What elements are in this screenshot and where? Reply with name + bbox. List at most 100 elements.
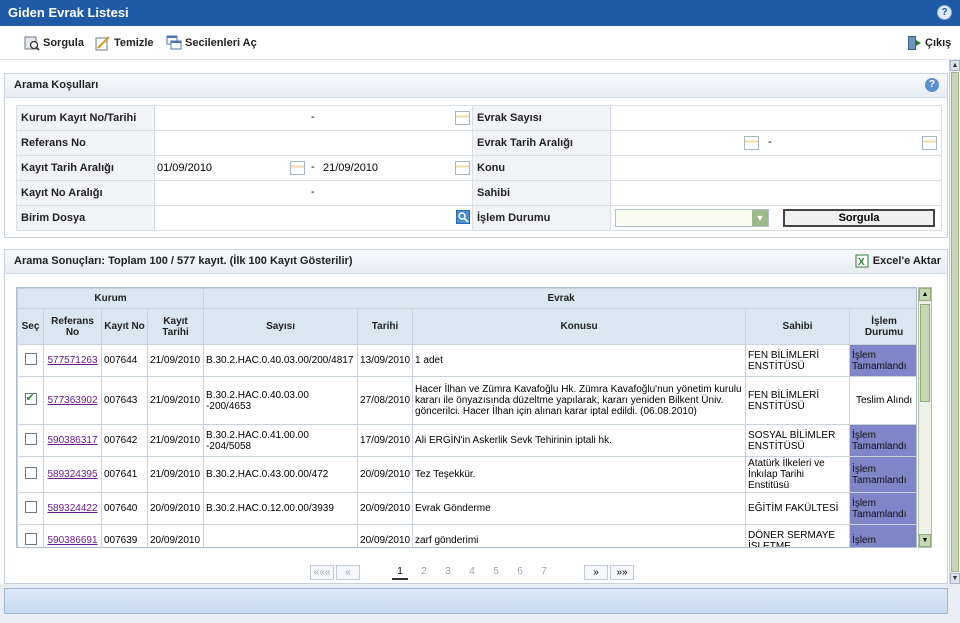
tarihi-cell: 27/08/2010: [357, 376, 414, 425]
table-row[interactable]: 577571263 007644 21/09/2010 B.30.2.HAC.0.40…: [17, 344, 916, 377]
grid-scroll-down-icon[interactable]: ▼: [919, 534, 931, 547]
query-button[interactable]: Sorgula: [24, 34, 84, 52]
table-row[interactable]: 590386691 007639 20/09/2010 20/09/2010 zarf …: [17, 524, 916, 547]
table-row[interactable]: 589324422 007640 20/09/2010 B.30.2.HAC.0.12…: [17, 492, 916, 525]
table-row[interactable]: 577363902 00764321/09/2010B.30.2.HAC.0.40…: [17, 376, 916, 425]
row-checkbox[interactable]: [24, 467, 37, 479]
col-kayit-no[interactable]: Kayıt No: [101, 308, 148, 345]
excel-export-button[interactable]: X Excel'e Aktar: [855, 254, 941, 268]
table-row[interactable]: 589324395 007641 21/09/2010 B.30.2.HAC.0.43…: [17, 456, 916, 493]
select-cell: [17, 376, 44, 425]
exit-door-icon: [906, 35, 922, 51]
row-checkbox[interactable]: [24, 501, 37, 513]
pager-prev-button[interactable]: «: [336, 565, 360, 580]
sayisi-cell: B.30.2.HAC.0.40.03.00/200/4817: [203, 344, 359, 377]
windows-open-icon: [166, 35, 182, 51]
col-durum[interactable]: İşlem Durumu: [849, 308, 916, 345]
exit-label: Çıkış: [925, 37, 952, 49]
sahibi-cell: EĞİTİM FAKÜLTESİ: [745, 492, 851, 525]
grid-scroll-up-icon[interactable]: ▲: [919, 288, 931, 301]
islem-durumu-select[interactable]: ▼: [615, 209, 769, 228]
row-checkbox[interactable]: [24, 533, 37, 545]
ref-link[interactable]: 577571263: [47, 355, 97, 366]
label-konu: Konu: [472, 155, 611, 181]
ref-link[interactable]: 589324395: [47, 469, 97, 480]
sahibi-field[interactable]: [610, 180, 942, 206]
ref-link[interactable]: 577363902: [47, 395, 97, 406]
ref-link[interactable]: 590386317: [47, 435, 97, 446]
kayit-tarihi-cell: 21/09/2010: [146, 344, 205, 377]
query-label: Sorgula: [43, 37, 84, 49]
evrak-tarih-field[interactable]: -: [610, 130, 942, 156]
row-checkbox[interactable]: [24, 391, 37, 405]
row-checkbox[interactable]: [24, 353, 37, 365]
evrak-sayisi-field[interactable]: [610, 105, 942, 131]
label-evrak-tarih: Evrak Tarih Aralığı: [472, 130, 611, 156]
search-panel-header: Arama Koşulları ?: [5, 74, 947, 98]
search-panel-title: Arama Koşulları: [14, 79, 99, 91]
pager-page-3[interactable]: 3: [440, 565, 456, 580]
page-scroll-down-icon[interactable]: ▼: [950, 573, 960, 584]
col-tarihi[interactable]: Tarihi: [357, 308, 414, 345]
search-submit-button[interactable]: Sorgula: [783, 208, 936, 227]
date-from-value[interactable]: 01/09/2010: [157, 162, 212, 174]
calendar-icon[interactable]: [455, 161, 470, 175]
clear-button[interactable]: Temizle: [95, 34, 154, 52]
pager-page-2[interactable]: 2: [416, 565, 432, 580]
ref-cell: 590386317: [43, 424, 102, 457]
kayit-tarih-field[interactable]: 01/09/2010 - 21/09/2010: [154, 155, 473, 181]
label-kayit-tarih: Kayıt Tarih Aralığı: [16, 155, 155, 181]
col-kayit-tarihi[interactable]: Kayıt Tarihi: [146, 308, 205, 345]
table-row[interactable]: 590386317 007642 21/09/2010 B.30.2.HAC.0.41…: [17, 424, 916, 457]
group-kurum: Kurum: [17, 288, 205, 309]
open-selected-button[interactable]: Secilenleri Aç: [166, 34, 257, 52]
pager-last-button[interactable]: »»: [610, 565, 634, 580]
page-scroll-thumb[interactable]: [951, 72, 959, 572]
calendar-icon[interactable]: [922, 136, 937, 150]
birim-field[interactable]: [154, 205, 473, 231]
clear-label: Temizle: [114, 37, 154, 49]
date-to-value[interactable]: 21/09/2010: [323, 162, 378, 174]
ref-link[interactable]: 590386691: [47, 535, 97, 546]
pager-page-7[interactable]: 7: [536, 565, 552, 580]
ref-link[interactable]: 589324422: [47, 503, 97, 514]
select-cell: [17, 456, 44, 493]
calendar-icon[interactable]: [290, 161, 305, 175]
col-sahibi[interactable]: Sahibi: [745, 308, 851, 345]
kurum-kayit-field[interactable]: -: [154, 105, 473, 131]
sayisi-cell: [203, 524, 359, 547]
row-checkbox[interactable]: [24, 433, 37, 445]
pager-first-button[interactable]: «««: [310, 565, 334, 580]
pager-page-1[interactable]: 1: [392, 565, 408, 580]
col-ref[interactable]: Referans No: [43, 308, 102, 345]
window-help-icon[interactable]: ?: [937, 5, 952, 20]
help-icon[interactable]: ?: [925, 78, 939, 92]
page-scroll-up-icon[interactable]: ▲: [950, 60, 960, 71]
label-islem-durumu: İşlem Durumu: [472, 205, 611, 231]
ref-cell: 589324395: [43, 456, 102, 493]
lookup-search-icon[interactable]: [456, 210, 470, 224]
col-sec[interactable]: Seç: [17, 308, 44, 345]
edit-clear-icon: [95, 35, 111, 51]
pager-page-6[interactable]: 6: [512, 565, 528, 580]
page-scrollbar[interactable]: ▲ ▼: [949, 60, 960, 584]
konu-field[interactable]: [610, 155, 942, 181]
calendar-icon[interactable]: [744, 136, 759, 150]
pager-page-4[interactable]: 4: [464, 565, 480, 580]
referans-field[interactable]: [154, 130, 473, 156]
kayit-no-cell: 007643: [101, 376, 148, 425]
exit-button[interactable]: Çıkış: [906, 34, 951, 52]
col-konusu[interactable]: Konusu: [412, 308, 747, 345]
col-sayisi[interactable]: Sayısı: [203, 308, 359, 345]
svg-text:X: X: [858, 257, 865, 268]
kayit-no-field[interactable]: -: [154, 180, 473, 206]
grid-scroll-thumb[interactable]: [920, 304, 930, 402]
chevron-down-icon[interactable]: ▼: [752, 210, 768, 227]
pager-page-5[interactable]: 5: [488, 565, 504, 580]
ref-cell: 577363902: [43, 376, 102, 425]
calendar-icon[interactable]: [455, 111, 470, 125]
group-evrak: Evrak: [203, 288, 916, 309]
pager-next-button[interactable]: »: [584, 565, 608, 580]
grid-scrollbar[interactable]: ▲ ▼: [918, 287, 932, 548]
label-kurum-kayit: Kurum Kayıt No/Tarihi: [16, 105, 155, 131]
